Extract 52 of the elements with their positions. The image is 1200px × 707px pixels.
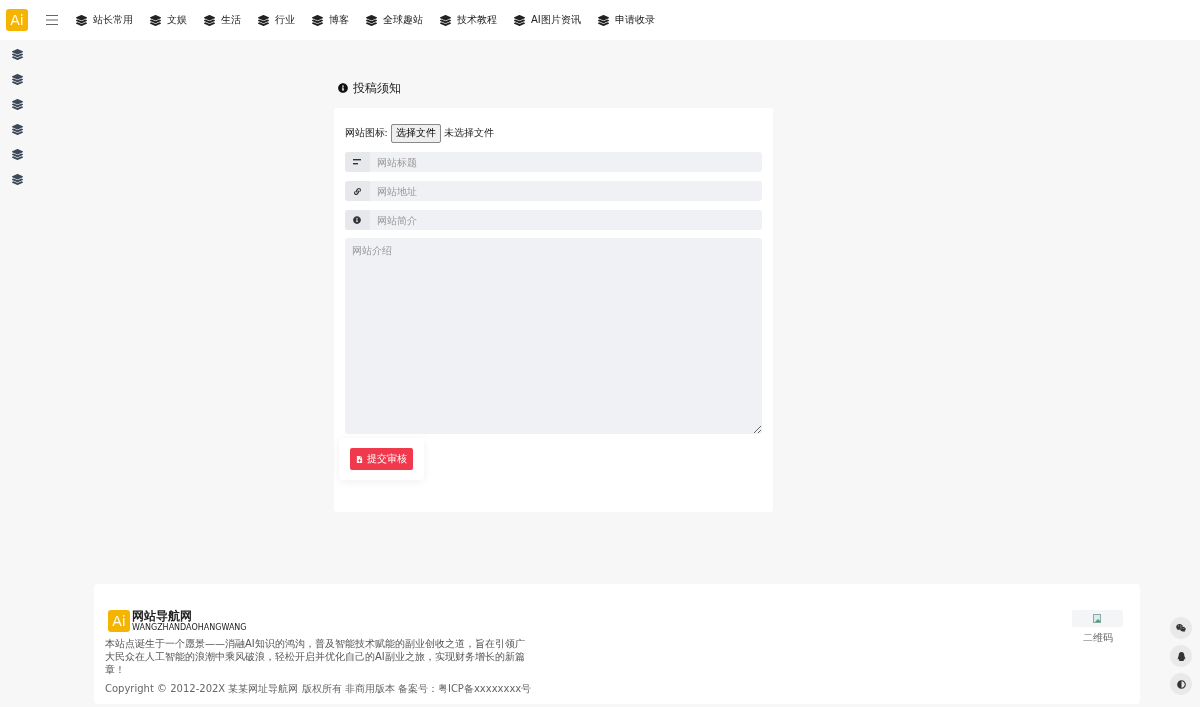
footer-logo: Ai [108,610,130,632]
nav-link[interactable]: 站长常用 [93,13,133,27]
layers-icon [514,14,525,26]
layers-icon [597,14,609,26]
layers-icon[interactable] [11,74,23,85]
nav-link[interactable]: 生活 [221,13,241,27]
broken-image-icon [1093,614,1102,623]
menu-icon[interactable] [46,15,58,25]
file-upload-icon [355,455,363,463]
contrast-icon [1176,679,1186,689]
choose-file-button[interactable]: 选择文件 [390,124,441,143]
layers-icon [258,14,269,26]
input-field[interactable]: 网站简介 [369,210,762,230]
field-label: 网站图标: [344,127,388,140]
layers-icon [204,14,215,26]
nav-link[interactable]: 行业 [275,13,295,27]
nav-link[interactable]: 申请收录 [614,13,655,27]
input-field[interactable]: 网站标题 [369,152,762,172]
layers-icon [76,14,87,26]
link-icon [353,187,361,195]
layers-icon [366,14,377,26]
layers-icon[interactable] [11,149,23,160]
textarea-field[interactable]: 网站介绍 [344,238,762,434]
nav-link[interactable]: 文娱 [167,13,187,27]
layers-icon [150,14,161,26]
nav-link[interactable]: 全球趣站 [383,13,423,27]
site-description: 本站点诞生于一个愿景——消融AI知识的鸿沟，普及智能技术赋能的副业创收之道，旨在引领广大民众在人工智能的浪潮中乘风破浪，轻松开启并优化自己的AI副业之旅，实现财务增长的新篇章！ [105,637,525,676]
lines-icon [353,159,361,165]
input-field[interactable]: 网站地址 [369,181,762,201]
info-icon [353,216,361,224]
penguin-icon [1176,651,1186,661]
section-title: 投稿须知 [352,79,401,97]
nav-link[interactable]: 技术教程 [457,13,497,27]
layers-icon [312,14,323,26]
qq-button[interactable] [1170,645,1192,667]
wechat-button[interactable] [1170,617,1192,639]
layers-icon[interactable] [11,99,23,110]
layers-icon[interactable] [11,49,23,60]
file-status: 未选择文件 [443,127,494,140]
layers-icon [440,14,451,26]
nav-link[interactable]: 博客 [329,13,349,27]
nav-link[interactable]: AI图片资讯 [531,13,581,27]
layers-icon[interactable] [11,174,23,185]
info-icon [337,83,348,93]
copyright-text: Copyright © 2012-202X 某某网址导航网 版权所有 非商用版本 备案号：粤ICP备xxxxxxxx号 [105,682,532,695]
site-pinyin: WANGZHANDAOHANGWANG [132,623,247,632]
layers-icon[interactable] [11,124,23,135]
site-name: 网站导航网 [132,610,193,623]
chat-bubbles-icon [1176,623,1186,633]
theme-button[interactable] [1170,673,1192,695]
submit-button[interactable]: 提交审核 [349,448,413,470]
qr-caption: 二维码 [1082,631,1113,645]
